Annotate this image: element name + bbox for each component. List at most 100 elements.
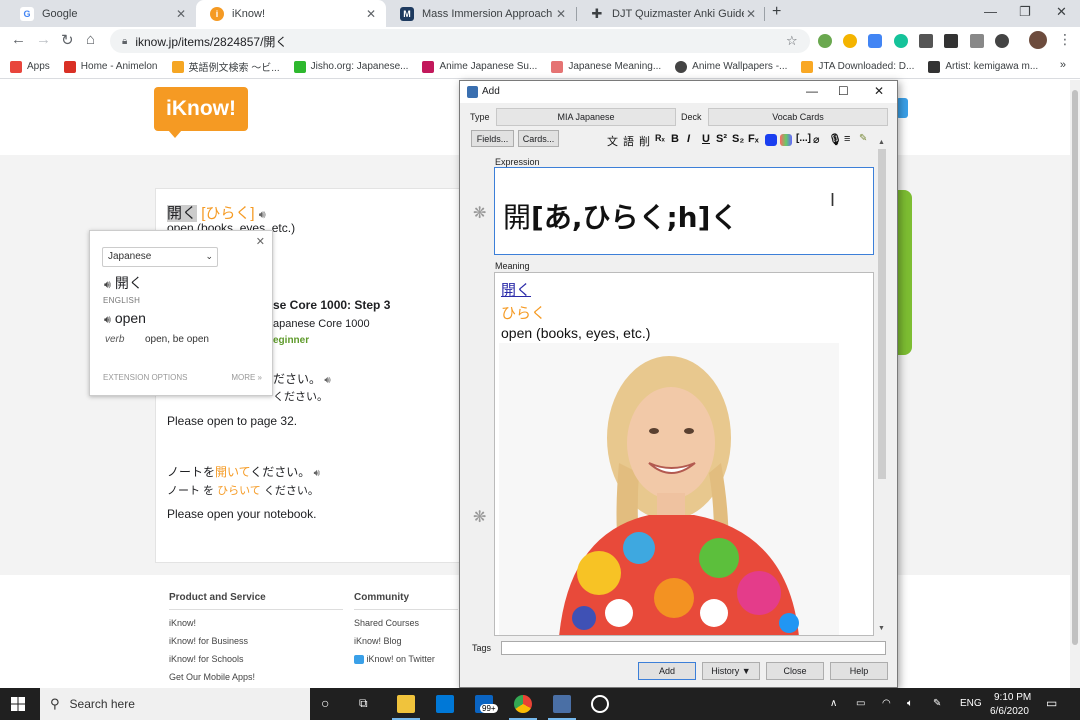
bookmark-anime-japanese[interactable]: Anime Japanese Su...: [422, 60, 537, 73]
gear-icon[interactable]: ❋: [473, 507, 486, 527]
store-icon[interactable]: [436, 695, 454, 713]
add-button[interactable]: Add: [638, 662, 696, 680]
color-picker-icon[interactable]: [780, 134, 792, 146]
tab-djt-guide[interactable]: ✚ DJT Quizmaster Anki Guide ✕: [576, 0, 766, 27]
footer-link[interactable]: iKnow! for Business: [169, 636, 248, 646]
anki-taskbar-icon[interactable]: [553, 695, 571, 713]
note-type-selector[interactable]: MIA Japanese: [496, 108, 676, 126]
close-tab-icon[interactable]: ✕: [554, 7, 568, 21]
wifi-icon[interactable]: ◠: [882, 698, 891, 709]
minimize-icon[interactable]: —: [984, 4, 997, 19]
underline-icon[interactable]: U: [702, 133, 710, 145]
footer-link[interactable]: Get Our Mobile Apps!: [169, 672, 255, 682]
speaker-icon[interactable]: 🔊︎: [104, 279, 111, 291]
text-color-icon[interactable]: [765, 134, 777, 146]
iknow-logo[interactable]: iKnow!: [154, 87, 248, 138]
tray-expand-icon[interactable]: ∧: [830, 698, 837, 709]
gear-icon[interactable]: ❋: [473, 203, 486, 223]
italic-icon[interactable]: I: [687, 133, 690, 145]
clock-date[interactable]: 6/6/2020: [990, 706, 1029, 717]
more-bookmarks-icon[interactable]: »: [1060, 59, 1066, 71]
grammarly-icon[interactable]: [894, 34, 908, 48]
course-title[interactable]: se Core 1000: Step 3: [273, 298, 390, 312]
close-window-icon[interactable]: ✕: [874, 84, 884, 98]
delete-reading-icon[interactable]: 削: [639, 133, 650, 149]
side-panel-tab[interactable]: [896, 190, 912, 355]
extension-icon[interactable]: [995, 34, 1009, 48]
obs-icon[interactable]: [591, 695, 609, 713]
bookmark-apps[interactable]: Apps: [10, 60, 50, 73]
footer-link[interactable]: iKnow! for Schools: [169, 654, 244, 664]
windows-start-icon[interactable]: [11, 697, 25, 711]
close-window-icon[interactable]: ✕: [1056, 4, 1067, 20]
close-tab-icon[interactable]: ✕: [174, 7, 188, 21]
fields-button[interactable]: Fields...: [471, 130, 514, 147]
tab-mass-immersion[interactable]: M Mass Immersion Approach ✕: [386, 0, 576, 27]
close-icon[interactable]: ✕: [256, 235, 265, 248]
back-icon[interactable]: ←: [11, 31, 26, 48]
volume-icon[interactable]: 🔈︎: [907, 698, 913, 709]
forward-icon[interactable]: →: [36, 31, 51, 48]
pen-icon[interactable]: ✎: [933, 698, 941, 709]
extension-icon[interactable]: [919, 34, 933, 48]
reading-icon[interactable]: 語: [623, 133, 634, 149]
tab-google[interactable]: G Google ✕: [6, 0, 196, 27]
task-view-icon[interactable]: ⧉: [359, 696, 368, 711]
extension-icon[interactable]: [944, 34, 958, 48]
footer-link-twitter[interactable]: iKnow! on Twitter: [354, 654, 435, 665]
more-link[interactable]: MORE »: [231, 373, 262, 382]
footer-link[interactable]: iKnow! Blog: [354, 636, 402, 646]
menu-kebab-icon[interactable]: ⋮: [1058, 31, 1072, 48]
scroll-down-icon[interactable]: ▼: [878, 625, 885, 632]
cloze-icon[interactable]: [...]: [796, 133, 811, 144]
close-tab-icon[interactable]: ✕: [364, 7, 378, 21]
bookmark-anime-wallpapers[interactable]: Anime Wallpapers -...: [675, 60, 787, 73]
speaker-icon[interactable]: 🔊︎: [104, 314, 111, 326]
bookmark-jta[interactable]: JTA Downloaded: D...: [801, 60, 914, 73]
home-icon[interactable]: ⌂: [86, 31, 95, 48]
chrome-icon[interactable]: [514, 695, 532, 713]
extension-options-link[interactable]: EXTENSION OPTIONS: [103, 373, 187, 382]
translate-icon[interactable]: [868, 34, 882, 48]
bold-icon[interactable]: B: [671, 133, 679, 145]
address-bar[interactable]: 🔒︎ iknow.jp/items/2824857/開く: [110, 29, 810, 53]
minimize-icon[interactable]: —: [806, 84, 818, 98]
new-tab-icon[interactable]: +: [772, 3, 781, 21]
regenerate-icon[interactable]: Rₓ: [655, 133, 665, 143]
deck-selector[interactable]: Vocab Cards: [708, 108, 888, 126]
bookmark-animelon[interactable]: Home - Animelon: [63, 60, 158, 73]
bookmark-star-icon[interactable]: ☆: [786, 33, 798, 49]
maximize-icon[interactable]: ☐: [838, 84, 849, 98]
subscript-icon[interactable]: S₂: [732, 133, 744, 145]
microphone-icon[interactable]: 🎙︎: [828, 133, 842, 146]
history-button[interactable]: History ▼: [702, 662, 760, 680]
download-icon[interactable]: [970, 34, 984, 48]
bookmark-jisho[interactable]: Jisho.org: Japanese...: [293, 60, 408, 73]
meaning-kanji[interactable]: 開く: [501, 279, 531, 300]
close-button[interactable]: Close: [766, 662, 824, 680]
help-button[interactable]: Help: [830, 662, 888, 680]
furigana-icon[interactable]: 文: [607, 133, 618, 149]
expression-field[interactable]: 開[あ,ひらく;h]く I: [494, 167, 874, 255]
bookmark-artist[interactable]: Artist: kemigawa m...: [928, 60, 1038, 73]
battery-icon[interactable]: ▭: [856, 698, 865, 709]
file-explorer-icon[interactable]: [397, 695, 415, 713]
close-tab-icon[interactable]: ✕: [744, 7, 758, 21]
cortana-icon[interactable]: ○: [321, 695, 329, 711]
reload-icon[interactable]: ↻: [61, 31, 74, 49]
extension-icon[interactable]: [843, 34, 857, 48]
footer-link[interactable]: iKnow!: [169, 618, 196, 628]
tags-input[interactable]: [501, 641, 886, 655]
editor-scrollbar[interactable]: ▲ ▼: [876, 139, 888, 634]
tab-iknow[interactable]: i iKnow! ✕: [196, 0, 386, 27]
menu-icon[interactable]: ≡: [844, 133, 850, 145]
scroll-up-icon[interactable]: ▲: [878, 139, 885, 146]
taskbar-search[interactable]: ⚲ Search here: [40, 688, 310, 720]
more-tools-icon[interactable]: ✎: [859, 133, 867, 144]
clear-format-icon[interactable]: Fₓ: [748, 133, 759, 145]
notifications-icon[interactable]: ▭: [1046, 696, 1057, 710]
footer-link[interactable]: Shared Courses: [354, 618, 419, 628]
bookmark-reibun[interactable]: 英語例文検索 〜ビ...: [171, 59, 280, 74]
attach-icon[interactable]: ⌀: [813, 133, 820, 146]
speaker-icon[interactable]: 🔊︎: [259, 209, 266, 221]
